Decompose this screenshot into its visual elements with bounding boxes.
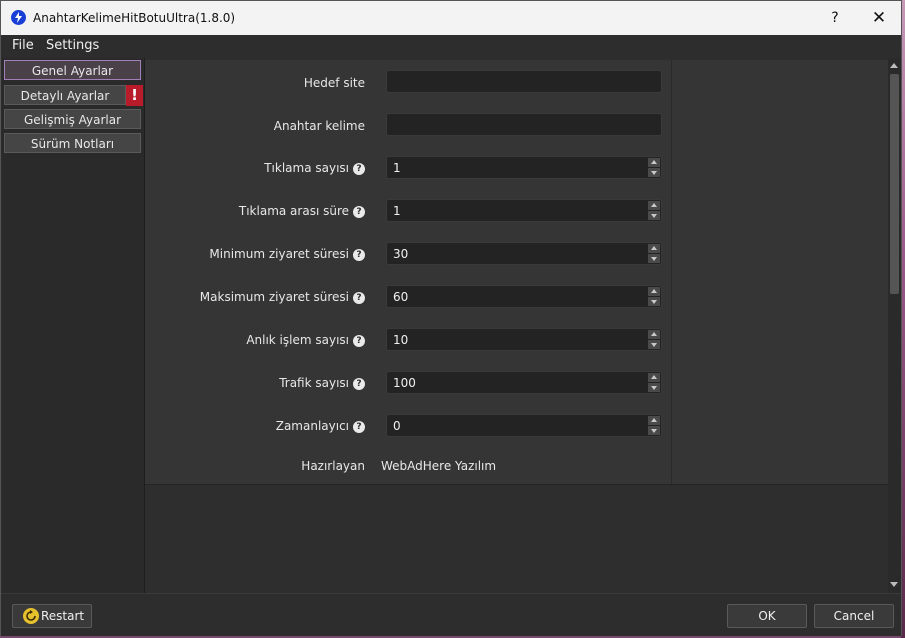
scroll-up-icon[interactable] xyxy=(890,61,899,71)
help-icon[interactable]: ? xyxy=(353,335,365,347)
nav-gelismis-ayarlar[interactable]: Gelişmiş Ayarlar xyxy=(4,109,141,129)
nav-surum-notlari[interactable]: Sürüm Notları xyxy=(4,133,141,153)
menu-settings[interactable]: Settings xyxy=(46,38,99,53)
form-row-maksimum-ziyaret-suresi: Maksimum ziyaret süresi? 60 xyxy=(145,275,888,319)
help-icon[interactable]: ? xyxy=(353,163,365,175)
label-maksimum-ziyaret-suresi: Maksimum ziyaret süresi? xyxy=(200,290,365,304)
form-row-anahtar-kelime: Anahtar kelime xyxy=(145,103,888,147)
minimum-ziyaret-suresi-spinbox[interactable]: 30 xyxy=(386,242,662,265)
spin-up-icon[interactable] xyxy=(648,373,660,382)
lightning-icon xyxy=(11,10,26,25)
label-minimum-ziyaret-suresi: Minimum ziyaret süresi? xyxy=(209,247,365,261)
help-icon[interactable]: ? xyxy=(353,249,365,261)
form-row-hedef-site: Hedef site xyxy=(145,60,888,104)
help-icon[interactable]: ? xyxy=(353,206,365,218)
form-row-tiklama-arasi-sure: Tıklama arası süre? 1 xyxy=(145,189,888,233)
label-anahtar-kelime: Anahtar kelime xyxy=(273,119,365,133)
scrollbar-thumb[interactable] xyxy=(890,74,899,294)
spin-down-icon[interactable] xyxy=(648,254,660,263)
spin-down-icon[interactable] xyxy=(648,211,660,220)
form-row-anlik-islem-sayisi: Anlık işlem sayısı? 10 xyxy=(145,318,888,362)
app-window: AnahtarKelimeHitBotuUltra(1.8.0) ? ✕ Fil… xyxy=(0,0,902,636)
anlik-islem-sayisi-spinbox[interactable]: 10 xyxy=(386,328,662,351)
spin-up-icon[interactable] xyxy=(648,158,660,167)
menu-file[interactable]: File xyxy=(12,38,34,53)
nav-genel-ayarlar[interactable]: Genel Ayarlar xyxy=(4,60,141,80)
warning-icon: ! xyxy=(126,85,143,106)
spin-down-icon[interactable] xyxy=(648,297,660,306)
nav-detayli-ayarlar[interactable]: Detaylı Ayarlar xyxy=(4,85,126,105)
label-anlik-islem-sayisi: Anlık işlem sayısı? xyxy=(246,333,365,347)
maksimum-ziyaret-suresi-spinbox[interactable]: 60 xyxy=(386,285,662,308)
spin-down-icon[interactable] xyxy=(648,340,660,349)
author-value: WebAdHere Yazılım xyxy=(381,459,497,473)
help-button[interactable]: ? xyxy=(815,5,855,31)
spin-up-icon[interactable] xyxy=(648,201,660,210)
label-tiklama-arasi-sure: Tıklama arası süre? xyxy=(239,204,365,218)
window-title: AnahtarKelimeHitBotuUltra(1.8.0) xyxy=(33,11,236,25)
restart-icon xyxy=(23,608,39,624)
settings-form: Hedef site Anahtar kelime Tıklama sayısı… xyxy=(145,58,888,593)
spin-up-icon[interactable] xyxy=(648,330,660,339)
zamanlayici-spinbox[interactable]: 0 xyxy=(386,414,662,437)
form-row-hazirlayan: Hazırlayan WebAdHere Yazılım xyxy=(145,447,888,485)
label-tiklama-sayisi: Tıklama sayısı? xyxy=(264,161,365,175)
help-icon[interactable]: ? xyxy=(353,292,365,304)
close-button[interactable]: ✕ xyxy=(859,5,899,31)
spin-up-icon[interactable] xyxy=(648,244,660,253)
form-row-zamanlayici: Zamanlayıcı? 0 xyxy=(145,404,888,448)
label-hazirlayan: Hazırlayan xyxy=(301,459,365,473)
anahtar-kelime-input[interactable] xyxy=(386,113,662,136)
spin-up-icon[interactable] xyxy=(648,287,660,296)
title-bar: AnahtarKelimeHitBotuUltra(1.8.0) ? ✕ xyxy=(1,1,901,35)
spin-down-icon[interactable] xyxy=(648,426,660,435)
spin-down-icon[interactable] xyxy=(648,383,660,392)
label-hedef-site: Hedef site xyxy=(303,76,365,90)
help-icon[interactable]: ? xyxy=(353,378,365,390)
form-row-minimum-ziyaret-suresi: Minimum ziyaret süresi? 30 xyxy=(145,232,888,276)
help-icon[interactable]: ? xyxy=(353,421,365,433)
column-divider xyxy=(671,60,672,484)
vertical-scrollbar[interactable] xyxy=(888,58,901,593)
tiklama-arasi-sure-spinbox[interactable]: 1 xyxy=(386,199,662,222)
scroll-down-icon[interactable] xyxy=(890,580,899,590)
settings-nav: Genel Ayarlar Detaylı Ayarlar Gelişmiş A… xyxy=(2,58,145,593)
restart-button[interactable]: Restart xyxy=(12,604,92,628)
label-trafik-sayisi: Trafik sayısı? xyxy=(279,376,365,390)
trafik-sayisi-spinbox[interactable]: 100 xyxy=(386,371,662,394)
spin-down-icon[interactable] xyxy=(648,168,660,177)
menu-bar: File Settings xyxy=(1,35,901,57)
label-zamanlayici: Zamanlayıcı? xyxy=(276,419,365,433)
tiklama-sayisi-spinbox[interactable]: 1 xyxy=(386,156,662,179)
cancel-button[interactable]: Cancel xyxy=(814,604,894,628)
bottom-bar: Restart OK Cancel xyxy=(1,593,901,636)
spin-up-icon[interactable] xyxy=(648,416,660,425)
form-row-trafik-sayisi: Trafik sayısı? 100 xyxy=(145,361,888,405)
restart-label: Restart xyxy=(41,609,85,623)
ok-button[interactable]: OK xyxy=(727,604,807,628)
form-row-tiklama-sayisi: Tıklama sayısı? 1 xyxy=(145,146,888,190)
hedef-site-input[interactable] xyxy=(386,70,662,93)
